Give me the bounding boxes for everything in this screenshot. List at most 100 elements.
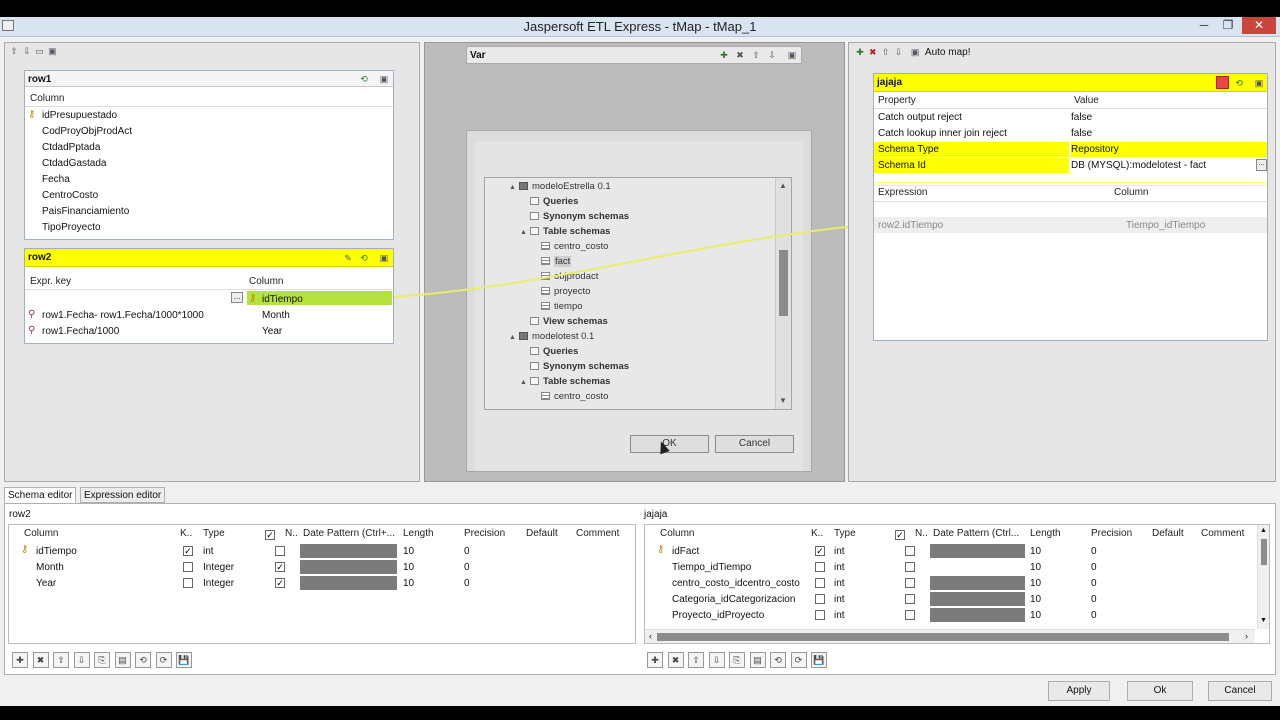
schema-length[interactable]: 10 [403, 546, 414, 557]
schema-column-name[interactable]: centro_costo_idcentro_costo [672, 578, 800, 589]
schema-length[interactable]: 10 [1030, 610, 1041, 621]
key-checkbox[interactable] [815, 594, 825, 604]
date-pattern-cell[interactable] [930, 576, 1025, 590]
horizontal-scroll-thumb[interactable] [657, 633, 1229, 641]
key-checkbox[interactable]: ✓ [183, 546, 193, 556]
schema-length[interactable]: 10 [1030, 562, 1041, 573]
schema-type[interactable]: int [834, 594, 845, 605]
schema-column-name[interactable]: Tiempo_idTiempo [672, 562, 751, 573]
schema-type[interactable]: Integer [203, 562, 234, 573]
save-icon[interactable]: 💾 [811, 652, 827, 668]
key-checkbox[interactable] [183, 562, 193, 572]
schema-precision[interactable]: 0 [1091, 546, 1097, 557]
schema-column-name[interactable]: idTiempo [36, 546, 77, 557]
nullable-checkbox[interactable]: ✓ [275, 562, 285, 572]
arrow-down-icon[interactable]: ⇩ [73, 652, 90, 668]
nullable-checkbox[interactable] [905, 594, 915, 604]
mapping-expression[interactable]: row2.idTiempo [878, 220, 943, 231]
schema-column-name[interactable]: Categoria_idCategorizacion [672, 594, 795, 605]
nullable-checkbox[interactable] [905, 610, 915, 620]
key-checkbox[interactable] [183, 578, 193, 588]
schema-precision[interactable]: 0 [1091, 610, 1097, 621]
tab-schema-editor[interactable]: Schema editor [4, 487, 77, 503]
vertical-scroll-thumb[interactable] [1261, 539, 1267, 565]
paste-icon[interactable]: ▤ [114, 652, 131, 668]
date-pattern-cell[interactable] [930, 608, 1025, 622]
schema-column-name[interactable]: Month [36, 562, 64, 573]
schema-precision[interactable]: 0 [464, 546, 470, 557]
apply-button[interactable]: Apply [1048, 681, 1110, 701]
add-icon[interactable]: ✚ [12, 652, 28, 668]
export-icon[interactable]: ⟳ [155, 652, 172, 668]
schema-length[interactable]: 10 [1030, 578, 1041, 589]
key-checkbox[interactable]: ✓ [815, 546, 825, 556]
date-pattern-cell[interactable] [930, 592, 1025, 606]
property-value[interactable]: DB (MYSQL):modelotest - fact [1071, 160, 1206, 171]
schema-id-picker-button[interactable]: ... [1256, 159, 1267, 171]
remove-icon[interactable]: ✖ [32, 652, 49, 668]
remove-icon[interactable]: ✖ [868, 47, 878, 57]
nullable-checkbox[interactable] [905, 546, 915, 556]
add-icon[interactable]: ✚ [647, 652, 663, 668]
copy-icon[interactable]: ⎘ [94, 652, 110, 668]
date-pattern-cell[interactable] [300, 560, 397, 574]
schema-type[interactable]: int [203, 546, 214, 557]
scroll-down-icon[interactable]: ▼ [1260, 617, 1267, 624]
schema-column-name[interactable]: Proyecto_idProyecto [672, 610, 764, 621]
ok-button[interactable]: Ok [1127, 681, 1193, 701]
paste-icon[interactable]: ▤ [749, 652, 766, 668]
nullable-checkbox[interactable] [275, 546, 285, 556]
auto-map-icon[interactable]: ▣ [910, 47, 920, 57]
minimize-icon[interactable]: ▣ [1254, 78, 1264, 88]
schema-column-name[interactable]: Year [36, 578, 56, 589]
nullable-checkbox[interactable] [905, 562, 915, 572]
schema-type[interactable]: Integer [203, 578, 234, 589]
schema-type[interactable]: int [834, 578, 845, 589]
property-value[interactable]: false [1071, 128, 1092, 139]
arrow-down-icon[interactable]: ⇩ [708, 652, 725, 668]
arrow-down-icon[interactable]: ⇩ [893, 47, 903, 57]
property-value[interactable]: Repository [1071, 144, 1119, 155]
nullable-checkbox[interactable] [905, 578, 915, 588]
schema-length[interactable]: 10 [403, 578, 414, 589]
remove-icon[interactable]: ✖ [667, 652, 684, 668]
schema-length[interactable]: 10 [1030, 594, 1041, 605]
arrow-up-icon[interactable]: ⇧ [688, 652, 704, 668]
cancel-button[interactable]: Cancel [1208, 681, 1272, 701]
mapping-row[interactable]: row2.idTiempo Tiempo_idTiempo [874, 217, 1267, 233]
schema-type[interactable]: int [834, 546, 845, 557]
filter-icon[interactable] [1216, 76, 1229, 89]
schema-precision[interactable]: 0 [464, 578, 470, 589]
vertical-scrollbar[interactable]: ▲ ▼ [1257, 525, 1269, 629]
schema-precision[interactable]: 0 [464, 562, 470, 573]
horizontal-scrollbar[interactable]: ‹ › [645, 629, 1255, 643]
copy-icon[interactable]: ⎘ [729, 652, 745, 668]
schema-length[interactable]: 10 [403, 562, 414, 573]
schema-precision[interactable]: 0 [1091, 562, 1097, 573]
schema-column-name[interactable]: idFact [672, 546, 699, 557]
schema-precision[interactable]: 0 [1091, 594, 1097, 605]
chevron-right-icon[interactable]: › [1245, 631, 1248, 641]
import-icon[interactable]: ⟲ [135, 652, 151, 668]
nullable-checkbox[interactable]: ✓ [275, 578, 285, 588]
export-icon[interactable]: ⟳ [790, 652, 807, 668]
key-checkbox[interactable] [815, 562, 825, 572]
auto-map-button[interactable]: Auto map! [925, 47, 971, 58]
chevron-left-icon[interactable]: ‹ [649, 631, 652, 641]
date-pattern-cell[interactable] [930, 544, 1025, 558]
tab-expression-editor[interactable]: Expression editor [80, 487, 166, 503]
add-icon[interactable]: ✚ [855, 47, 865, 57]
schema-type[interactable]: int [834, 562, 845, 573]
key-checkbox[interactable] [815, 610, 825, 620]
date-pattern-cell[interactable] [300, 576, 397, 590]
arrow-up-icon[interactable]: ⇧ [53, 652, 69, 668]
date-pattern-cell[interactable] [300, 544, 397, 558]
checkbox-icon[interactable]: ✓ [265, 530, 275, 540]
schema-type[interactable]: int [834, 610, 845, 621]
schema-length[interactable]: 10 [1030, 546, 1041, 557]
property-value[interactable]: false [1071, 112, 1092, 123]
save-icon[interactable]: 💾 [176, 652, 192, 668]
checkbox-icon[interactable]: ✓ [895, 530, 905, 540]
schema-precision[interactable]: 0 [1091, 578, 1097, 589]
key-checkbox[interactable] [815, 578, 825, 588]
